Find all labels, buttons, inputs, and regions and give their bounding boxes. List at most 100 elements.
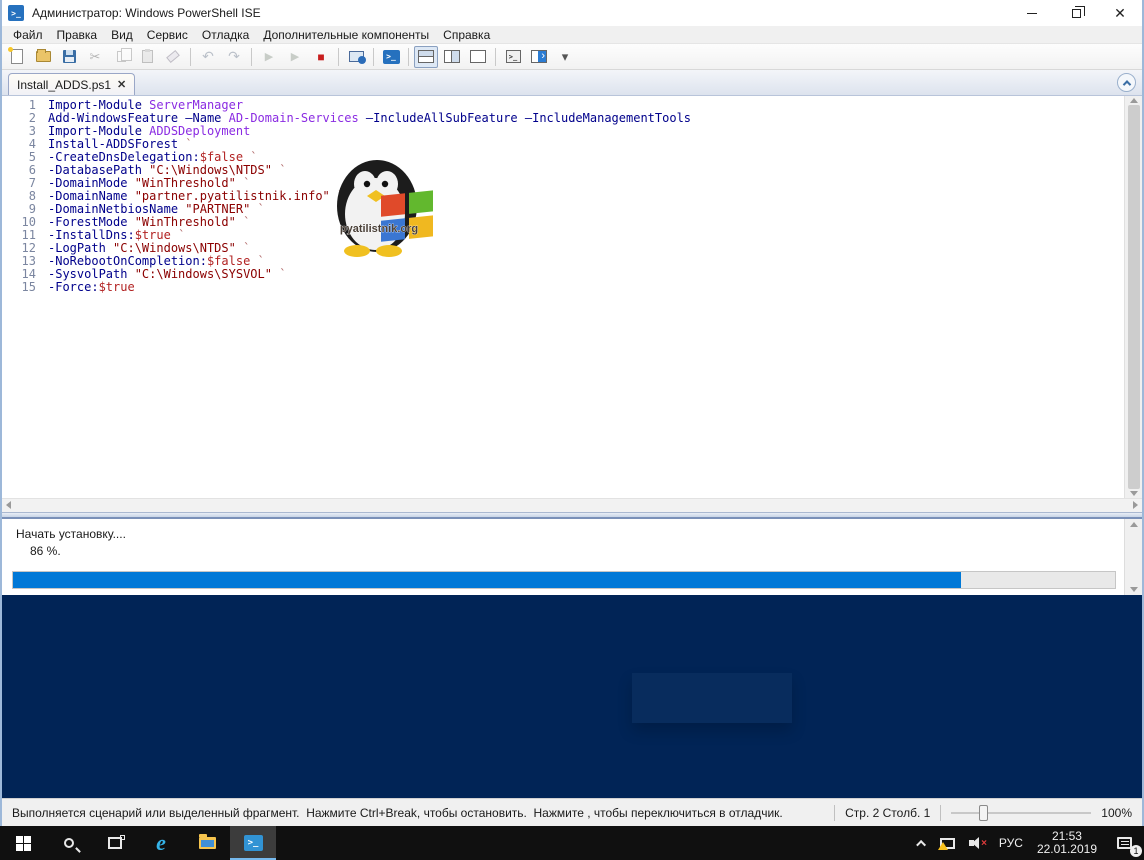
tab-close-icon[interactable]: ✕ xyxy=(117,78,126,91)
taskview-icon xyxy=(108,837,122,849)
show-console-pane-button[interactable] xyxy=(527,46,551,68)
search-icon xyxy=(64,838,74,848)
redo-icon: ↷ xyxy=(228,48,240,65)
paste-button xyxy=(135,46,159,68)
toolbar: ✂↶↷▶▶■>_>_▾ xyxy=(2,44,1142,70)
internet-explorer-button[interactable]: e xyxy=(138,826,184,860)
ie-icon: e xyxy=(156,830,166,856)
menu-item-3[interactable]: Сервис xyxy=(140,27,195,43)
language-indicator[interactable]: РУС xyxy=(992,826,1030,860)
open-script-button[interactable] xyxy=(31,46,55,68)
search-button[interactable] xyxy=(46,826,92,860)
desktop: >_ Администратор: Windows PowerShell ISE… xyxy=(0,0,1144,860)
progress-bar-fill xyxy=(13,572,961,588)
show-script-pane-right-button[interactable] xyxy=(440,46,464,68)
zoom-slider-thumb[interactable] xyxy=(979,805,988,821)
menu-item-1[interactable]: Правка xyxy=(50,27,105,43)
title-bar: >_ Администратор: Windows PowerShell ISE… xyxy=(2,0,1142,26)
line-number: 4 xyxy=(2,138,48,151)
collapse-script-pane-button[interactable] xyxy=(1117,73,1136,92)
menu-item-4[interactable]: Отладка xyxy=(195,27,256,43)
divider xyxy=(940,805,941,821)
toolbar-overflow-button[interactable]: ▾ xyxy=(553,46,577,68)
cursor-position: Стр. 2 Столб. 1 xyxy=(845,806,930,820)
zoom-slider[interactable] xyxy=(951,805,1091,821)
show-script-pane-maximized-button[interactable] xyxy=(466,46,490,68)
editor-horizontal-scrollbar[interactable] xyxy=(2,498,1142,512)
line-number: 15 xyxy=(2,281,48,294)
stop-operation-button[interactable]: ■ xyxy=(309,46,333,68)
scrollbar-thumb[interactable] xyxy=(1128,105,1140,489)
progress-pane-scrollbar[interactable] xyxy=(1124,519,1142,595)
clock[interactable]: 21:53 22.01.2019 xyxy=(1030,826,1104,860)
menu-item-2[interactable]: Вид xyxy=(104,27,140,43)
code-line: -ForestMode "WinThreshold" ` xyxy=(48,216,1124,229)
scroll-left-icon[interactable] xyxy=(6,501,11,509)
tray-expand-button[interactable] xyxy=(912,826,933,860)
console-pane[interactable] xyxy=(2,595,1142,799)
copy-icon xyxy=(117,51,126,62)
new-script-button[interactable] xyxy=(5,46,29,68)
zoom-slider-track[interactable] xyxy=(951,812,1091,814)
line-number: 8 xyxy=(2,190,48,203)
show-script-pane-maximized-icon xyxy=(470,50,486,63)
file-explorer-button[interactable] xyxy=(184,826,230,860)
start-powershell-exe-button[interactable]: >_ xyxy=(379,46,403,68)
code-area[interactable]: Import-Module ServerManagerAdd-WindowsFe… xyxy=(48,96,1124,498)
scroll-right-icon[interactable] xyxy=(1133,501,1138,509)
scroll-down-icon[interactable] xyxy=(1130,587,1138,592)
show-command-addon-button[interactable]: >_ xyxy=(501,46,525,68)
stop-operation-icon: ■ xyxy=(317,50,324,64)
new-remote-powershell-tab-icon xyxy=(349,51,364,62)
restore-button[interactable] xyxy=(1054,0,1098,26)
toolbar-separator xyxy=(495,48,496,66)
warning-triangle-icon xyxy=(938,842,948,850)
date: 22.01.2019 xyxy=(1037,843,1097,856)
tab-install-adds[interactable]: Install_ADDS.ps1 ✕ xyxy=(8,73,135,95)
notification-badge: 1 xyxy=(1130,845,1142,857)
save-script-icon xyxy=(63,50,76,63)
line-number-gutter: 123456789101112131415 xyxy=(2,96,48,498)
show-console-pane-icon xyxy=(531,50,547,63)
code-editor[interactable]: 123456789101112131415 Import-Module Serv… xyxy=(2,96,1124,498)
powershell-ise-window: >_ Администратор: Windows PowerShell ISE… xyxy=(0,0,1144,826)
progress-pane: Начать установку.... 86 %. xyxy=(2,519,1142,595)
show-command-addon-icon: >_ xyxy=(506,50,521,63)
save-script-button[interactable] xyxy=(57,46,81,68)
menu-item-0[interactable]: Файл xyxy=(6,27,50,43)
volume-muted-icon[interactable]: × xyxy=(962,826,992,860)
action-center-button[interactable]: 1 xyxy=(1104,826,1144,860)
restore-icon xyxy=(1072,9,1081,18)
line-number: 1 xyxy=(2,99,48,112)
network-status-icon[interactable] xyxy=(933,826,962,860)
editor-vertical-scrollbar[interactable] xyxy=(1124,96,1142,498)
start-button[interactable] xyxy=(0,826,46,860)
status-message: Выполняется сценарий или выделенный фраг… xyxy=(12,806,824,820)
progress-body: Начать установку.... 86 %. xyxy=(2,519,1124,595)
network-icon xyxy=(940,838,955,849)
show-script-pane-top-button[interactable] xyxy=(414,46,438,68)
task-view-button[interactable] xyxy=(92,826,138,860)
minimize-button[interactable] xyxy=(1010,0,1054,26)
taskbar-apps: e >_ xyxy=(0,826,276,860)
window-title: Администратор: Windows PowerShell ISE xyxy=(32,6,1010,20)
paste-icon xyxy=(142,50,153,63)
scroll-up-icon[interactable] xyxy=(1130,98,1138,103)
scroll-down-icon[interactable] xyxy=(1130,491,1138,496)
mute-x-icon: × xyxy=(981,838,987,849)
undo-icon: ↶ xyxy=(202,48,214,65)
close-button[interactable]: ✕ xyxy=(1098,0,1142,26)
script-pane: 123456789101112131415 Import-Module Serv… xyxy=(2,96,1142,498)
menu-item-6[interactable]: Справка xyxy=(436,27,497,43)
scroll-up-icon[interactable] xyxy=(1130,522,1138,527)
pane-splitter[interactable] xyxy=(2,512,1142,519)
menu-item-5[interactable]: Дополнительные компоненты xyxy=(256,27,436,43)
powershell-icon: >_ xyxy=(244,835,263,851)
run-script-icon: ▶ xyxy=(265,50,273,63)
powershell-taskbar-button[interactable]: >_ xyxy=(230,826,276,860)
new-remote-powershell-tab-button[interactable] xyxy=(344,46,368,68)
app-icon: >_ xyxy=(8,5,24,21)
toolbar-separator xyxy=(190,48,191,66)
status-bar: Выполняется сценарий или выделенный фраг… xyxy=(2,798,1142,826)
toolbar-separator xyxy=(338,48,339,66)
